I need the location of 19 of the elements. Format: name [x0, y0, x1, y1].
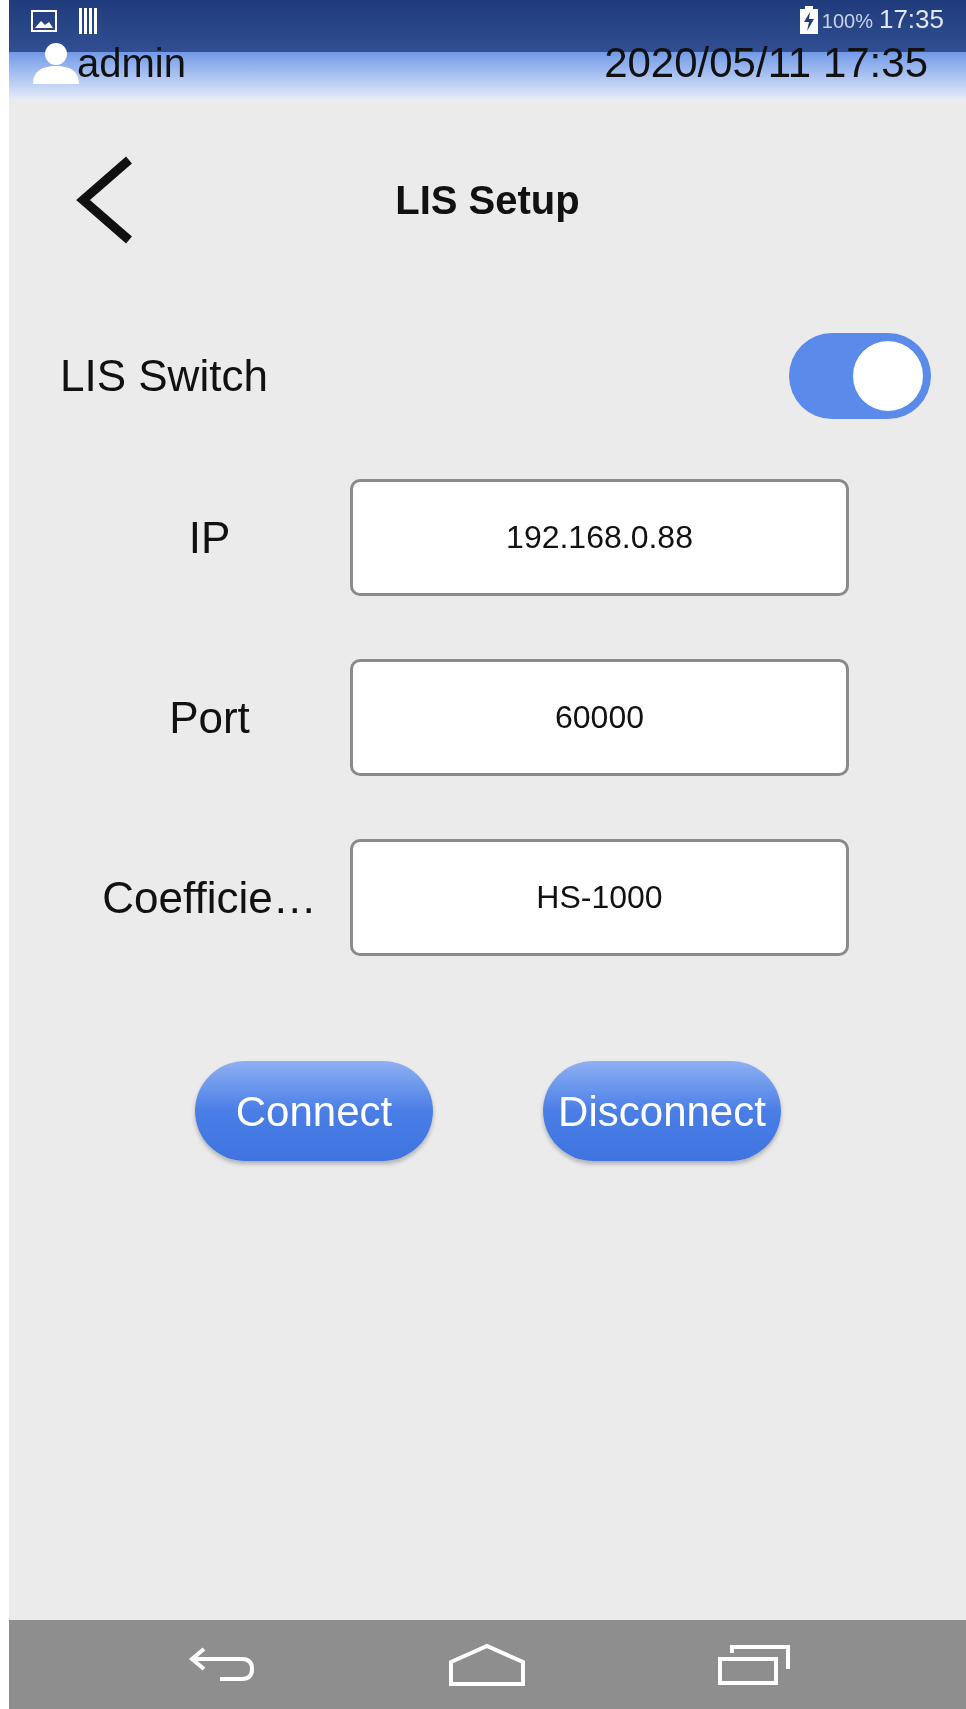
input-field[interactable]: HS-1000	[350, 839, 849, 956]
action-button[interactable]: Disconnect	[543, 1061, 781, 1161]
input-field[interactable]: 60000	[350, 659, 849, 776]
battery-charging-icon	[799, 6, 818, 34]
action-button[interactable]: Connect	[195, 1061, 433, 1161]
switch-label: LIS Switch	[60, 350, 268, 402]
recent-apps-icon[interactable]	[717, 1644, 790, 1685]
field-label: Port	[169, 691, 250, 744]
input-field[interactable]: 192.168.0.88	[350, 479, 849, 596]
sim-card-icon	[79, 8, 97, 34]
username: admin	[77, 43, 186, 83]
page-title: LIS Setup	[395, 177, 580, 224]
status-time: 17:35	[878, 2, 944, 36]
home-nav-icon[interactable]	[448, 1643, 525, 1686]
date-time: 2020/05/11 17:35	[604, 42, 928, 84]
battery-percentage: 100%	[821, 9, 873, 34]
field-label: Coefficie…	[102, 871, 317, 924]
image-icon	[31, 10, 57, 34]
field-label: IP	[188, 511, 231, 564]
